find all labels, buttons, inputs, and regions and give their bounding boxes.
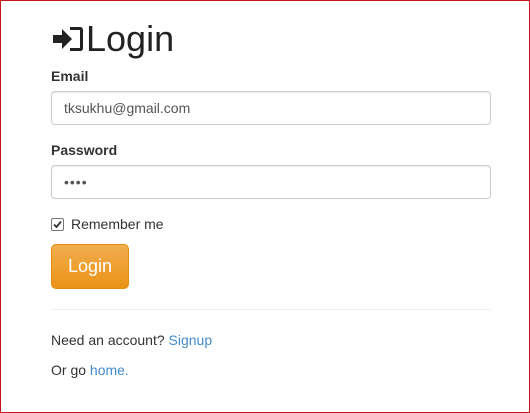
- password-value: ••••: [64, 174, 88, 190]
- home-link[interactable]: home.: [90, 362, 129, 378]
- home-prompt: Or go: [51, 362, 87, 378]
- remember-me-label: Remember me: [71, 216, 164, 232]
- signup-prompt: Need an account?: [51, 332, 165, 348]
- signup-line: Need an account? Signup: [51, 331, 212, 349]
- password-label: Password: [51, 142, 118, 158]
- email-label: Email: [51, 68, 89, 84]
- remember-me[interactable]: Remember me: [51, 214, 164, 234]
- divider: [51, 309, 491, 310]
- email-field[interactable]: tksukhu@gmail.com: [51, 91, 491, 125]
- page-title: Login: [51, 17, 174, 61]
- login-button[interactable]: Login: [51, 244, 129, 289]
- remember-me-checkbox[interactable]: [51, 217, 64, 231]
- home-line: Or go home.: [51, 361, 129, 379]
- checkmark-icon: [53, 220, 62, 228]
- email-value: tksukhu@gmail.com: [64, 100, 191, 116]
- login-button-label: Login: [67, 256, 113, 276]
- page-title-text: Login: [86, 18, 175, 59]
- signup-link[interactable]: Signup: [169, 332, 213, 348]
- login-panel: Login Email tksukhu@gmail.com Password •…: [0, 0, 530, 413]
- password-field[interactable]: ••••: [51, 165, 491, 199]
- sign-in-icon: [51, 24, 85, 54]
